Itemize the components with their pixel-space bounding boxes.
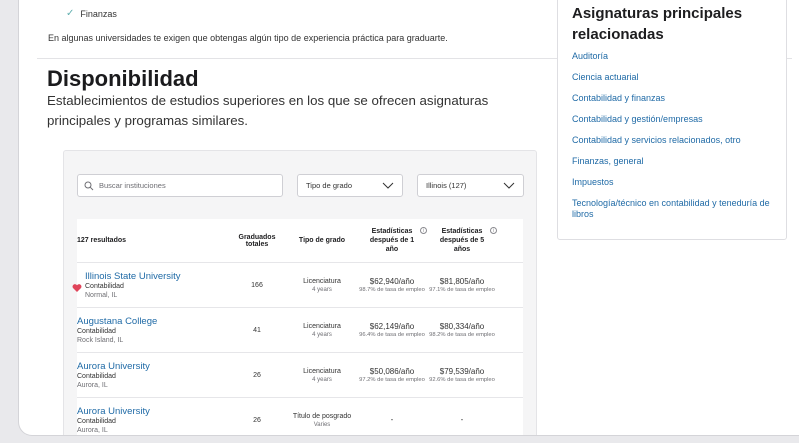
employment-5: 92.6% de tasa de empleo bbox=[429, 376, 495, 383]
salary-5: - bbox=[460, 415, 464, 424]
availability-subtitle: Establecimientos de estudios superiores … bbox=[47, 93, 489, 128]
search-placeholder: Buscar instituciones bbox=[99, 181, 166, 190]
institution-location: Aurora, IL bbox=[77, 426, 108, 434]
practical-experience-note: En algunas universidades te exigen que o… bbox=[48, 33, 448, 43]
heart-icon[interactable] bbox=[72, 283, 82, 293]
degree-cell: Licenciatura 4 years bbox=[287, 367, 357, 384]
salary-1: $62,149/año bbox=[369, 321, 415, 331]
related-major-link[interactable]: Finanzas, general bbox=[572, 156, 782, 167]
check-item-label: Finanzas bbox=[80, 8, 117, 19]
institution-major: Contabilidad bbox=[85, 282, 124, 290]
degree-name: Licenciatura bbox=[303, 277, 341, 285]
col-stats-5-label: Estadísticas después de 5 años bbox=[439, 228, 485, 253]
degree-name: Título de posgrado bbox=[292, 412, 352, 420]
related-majors-title: Asignaturas principales relacionadas bbox=[572, 5, 743, 43]
availability-title: Disponibilidad bbox=[47, 66, 199, 91]
institutions-panel: Buscar instituciones Tipo de grado Illin… bbox=[63, 150, 537, 435]
page-frame: ✓ Finanzas En algunas universidades te e… bbox=[18, 0, 799, 436]
table-row: Aurora University Contabilidad Aurora, I… bbox=[77, 353, 523, 398]
info-icon[interactable]: i bbox=[420, 227, 427, 234]
degree-cell: Título de posgrado Varies bbox=[287, 412, 357, 429]
salary-1: - bbox=[390, 415, 394, 424]
institution-link[interactable]: Augustana College bbox=[77, 316, 227, 327]
institution-link[interactable]: Illinois State University bbox=[77, 271, 227, 282]
degree-duration: 4 years bbox=[312, 376, 332, 383]
stats-1-cell: - bbox=[357, 415, 427, 425]
stats-1-cell: $50,086/año 97.2% de tasa de empleo bbox=[357, 367, 427, 384]
check-item: ✓ Finanzas bbox=[66, 8, 117, 19]
employment-5: 97.1% de tasa de empleo bbox=[429, 286, 495, 293]
col-stats-1-label: Estadísticas después de 1 año bbox=[369, 228, 415, 253]
state-value: Illinois (127) bbox=[426, 181, 467, 190]
degree-name: Licenciatura bbox=[303, 367, 341, 375]
salary-5: $79,539/año bbox=[439, 366, 485, 376]
institution-link[interactable]: Aurora University bbox=[77, 406, 227, 417]
chevron-down-icon bbox=[503, 182, 515, 189]
stats-5-cell: - bbox=[427, 415, 497, 425]
stats-5-cell: $80,334/año 98.2% de tasa de empleo bbox=[427, 322, 497, 339]
employment-5: 98.2% de tasa de empleo bbox=[429, 331, 495, 338]
degree-duration: 4 years bbox=[312, 286, 332, 293]
salary-1: $50,086/año bbox=[369, 366, 415, 376]
related-major-link[interactable]: Tecnología/técnico en contabilidad y ten… bbox=[572, 198, 782, 220]
search-icon bbox=[84, 181, 94, 190]
employment-1: 98.7% de tasa de empleo bbox=[359, 286, 425, 293]
institution-location: Rock Island, IL bbox=[77, 336, 124, 344]
graduates-count: 41 bbox=[253, 326, 261, 334]
graduates-count: 26 bbox=[253, 416, 261, 424]
salary-5: $80,334/año bbox=[439, 321, 485, 331]
related-major-link[interactable]: Contabilidad y finanzas bbox=[572, 93, 782, 104]
related-major-link[interactable]: Contabilidad y servicios relacionados, o… bbox=[572, 135, 782, 146]
institution-link[interactable]: Aurora University bbox=[77, 361, 227, 372]
related-major-link[interactable]: Impuestos bbox=[572, 177, 782, 188]
institution-cell: Augustana College Contabilidad Rock Isla… bbox=[77, 316, 227, 345]
institution-major: Contabilidad bbox=[77, 327, 116, 335]
table-row: Augustana College Contabilidad Rock Isla… bbox=[77, 308, 523, 353]
institution-cell: Aurora University Contabilidad Aurora, I… bbox=[77, 361, 227, 390]
institution-major: Contabilidad bbox=[77, 372, 116, 380]
graduates-count: 26 bbox=[253, 371, 261, 379]
results-table: 127 resultados Graduados totales Tipo de… bbox=[72, 219, 523, 435]
results-count: 127 resultados bbox=[77, 237, 127, 244]
col-stats-5: Estadísticas después de 5 años i bbox=[427, 227, 497, 254]
check-icon: ✓ bbox=[66, 8, 75, 19]
employment-1: 97.2% de tasa de empleo bbox=[359, 376, 425, 383]
stats-5-cell: $81,805/año 97.1% de tasa de empleo bbox=[427, 277, 497, 294]
institution-cell: Illinois State University Contabilidad N… bbox=[72, 271, 227, 300]
chevron-down-icon bbox=[382, 182, 394, 189]
col-stats-1: Estadísticas después de 1 año i bbox=[357, 227, 427, 254]
degree-duration: 4 years bbox=[312, 331, 332, 338]
graduates-count: 166 bbox=[251, 281, 263, 289]
degree-cell: Licenciatura 4 years bbox=[287, 277, 357, 294]
related-major-link[interactable]: Auditoría bbox=[572, 51, 782, 62]
related-majors-list: Auditoría Ciencia actuarial Contabilidad… bbox=[572, 51, 782, 230]
table-row: Illinois State University Contabilidad N… bbox=[72, 263, 523, 308]
institution-location: Normal, IL bbox=[85, 291, 118, 299]
stats-1-cell: $62,149/año 96.4% de tasa de empleo bbox=[357, 322, 427, 339]
col-graduates: Graduados totales bbox=[238, 233, 276, 248]
related-major-link[interactable]: Ciencia actuarial bbox=[572, 72, 782, 83]
search-input[interactable]: Buscar instituciones bbox=[77, 174, 283, 197]
institution-cell: Aurora University Contabilidad Aurora, I… bbox=[77, 406, 227, 435]
related-majors-card: Asignaturas principales relacionadas Aud… bbox=[557, 0, 787, 240]
degree-name: Licenciatura bbox=[303, 322, 341, 330]
stats-5-cell: $79,539/año 92.6% de tasa de empleo bbox=[427, 367, 497, 384]
employment-1: 96.4% de tasa de empleo bbox=[359, 331, 425, 338]
degree-cell: Licenciatura 4 years bbox=[287, 322, 357, 339]
stats-1-cell: $62,940/año 98.7% de tasa de empleo bbox=[357, 277, 427, 294]
info-icon[interactable]: i bbox=[490, 227, 497, 234]
institution-major: Contabilidad bbox=[77, 417, 116, 425]
state-select[interactable]: Illinois (127) bbox=[417, 174, 524, 197]
degree-duration: Varies bbox=[313, 421, 331, 428]
degree-type-value: Tipo de grado bbox=[306, 181, 353, 190]
degree-type-select[interactable]: Tipo de grado bbox=[297, 174, 403, 197]
table-header: 127 resultados Graduados totales Tipo de… bbox=[77, 219, 523, 263]
salary-5: $81,805/año bbox=[439, 276, 485, 286]
table-row: Aurora University Contabilidad Aurora, I… bbox=[77, 398, 523, 435]
col-degree: Tipo de grado bbox=[298, 237, 346, 244]
institution-location: Aurora, IL bbox=[77, 381, 108, 389]
salary-1: $62,940/año bbox=[369, 276, 415, 286]
related-major-link[interactable]: Contabilidad y gestión/empresas bbox=[572, 114, 782, 125]
